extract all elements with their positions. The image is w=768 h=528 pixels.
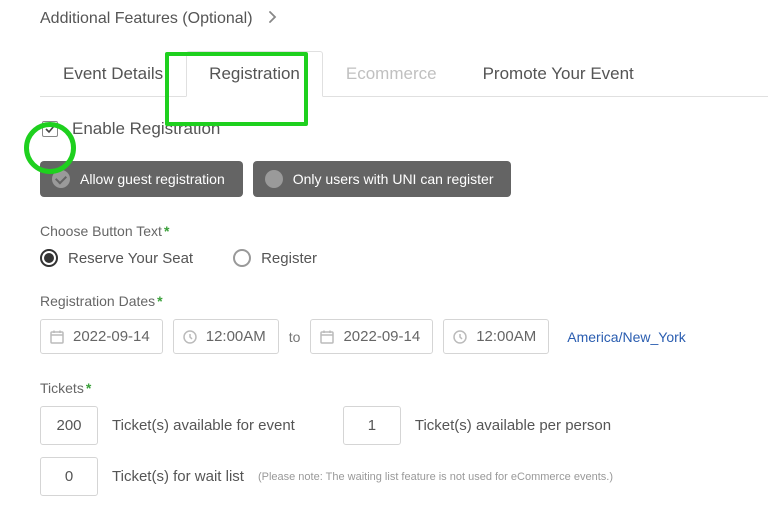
end-time-input[interactable]: 12:00AM — [443, 319, 549, 354]
check-circle-icon — [52, 170, 70, 188]
radio-register[interactable]: Register — [233, 249, 317, 267]
circle-icon — [265, 170, 283, 188]
timezone-link[interactable]: America/New_York — [567, 329, 686, 345]
start-date-value: 2022-09-14 — [73, 328, 150, 345]
tickets-event-input[interactable]: 200 — [40, 406, 98, 445]
required-mark: * — [164, 223, 169, 239]
tickets-label: Tickets* — [40, 380, 768, 396]
calendar-icon — [319, 329, 335, 345]
enable-registration-label: Enable Registration — [72, 119, 220, 139]
enable-registration-checkbox[interactable] — [42, 121, 58, 137]
allow-guest-button[interactable]: Allow guest registration — [40, 161, 243, 197]
radio-icon — [233, 249, 251, 267]
tickets-waitlist-label: Ticket(s) for wait list — [112, 468, 244, 485]
section-title: Additional Features (Optional) — [40, 10, 253, 28]
end-time-value: 12:00AM — [476, 328, 536, 345]
registration-dates-row: 2022-09-14 12:00AM to 2022-09-14 12:00AM… — [40, 319, 768, 354]
required-mark: * — [86, 380, 91, 396]
start-time-input[interactable]: 12:00AM — [173, 319, 279, 354]
section-header[interactable]: Additional Features (Optional) — [40, 10, 768, 28]
tab-ecommerce[interactable]: Ecommerce — [323, 51, 460, 97]
end-date-input[interactable]: 2022-09-14 — [310, 319, 433, 354]
start-time-value: 12:00AM — [206, 328, 266, 345]
radio-reserve-seat[interactable]: Reserve Your Seat — [40, 249, 193, 267]
tabs: Event Details Registration Ecommerce Pro… — [40, 50, 768, 97]
registration-mode-buttons: Allow guest registration Only users with… — [40, 161, 768, 197]
tickets-event-label: Ticket(s) available for event — [112, 417, 295, 434]
tickets-waitlist-input[interactable]: 0 — [40, 457, 98, 496]
start-date-input[interactable]: 2022-09-14 — [40, 319, 163, 354]
tab-event-details[interactable]: Event Details — [40, 51, 186, 97]
button-text-radios: Reserve Your Seat Register — [40, 249, 768, 267]
to-label: to — [289, 329, 301, 345]
waitlist-note: (Please note: The waiting list feature i… — [258, 471, 613, 483]
clock-icon — [182, 329, 198, 345]
calendar-icon — [49, 329, 65, 345]
end-date-value: 2022-09-14 — [343, 328, 420, 345]
enable-registration-row: Enable Registration — [42, 119, 768, 139]
uni-only-label: Only users with UNI can register — [293, 171, 494, 187]
radio-register-label: Register — [261, 250, 317, 267]
allow-guest-label: Allow guest registration — [80, 171, 225, 187]
tickets-event-row: 200 Ticket(s) available for event 1 Tick… — [40, 406, 768, 445]
tab-registration[interactable]: Registration — [186, 51, 323, 97]
chevron-right-icon — [267, 10, 279, 28]
registration-dates-label: Registration Dates* — [40, 293, 768, 309]
tickets-person-input[interactable]: 1 — [343, 406, 401, 445]
required-mark: * — [157, 293, 162, 309]
tickets-person-label: Ticket(s) available per person — [415, 417, 611, 434]
radio-reserve-label: Reserve Your Seat — [68, 250, 193, 267]
tickets-waitlist-row: 0 Ticket(s) for wait list (Please note: … — [40, 457, 768, 496]
tab-promote[interactable]: Promote Your Event — [460, 51, 657, 97]
choose-button-text-label: Choose Button Text* — [40, 223, 768, 239]
clock-icon — [452, 329, 468, 345]
uni-only-button[interactable]: Only users with UNI can register — [253, 161, 512, 197]
radio-icon — [40, 249, 58, 267]
